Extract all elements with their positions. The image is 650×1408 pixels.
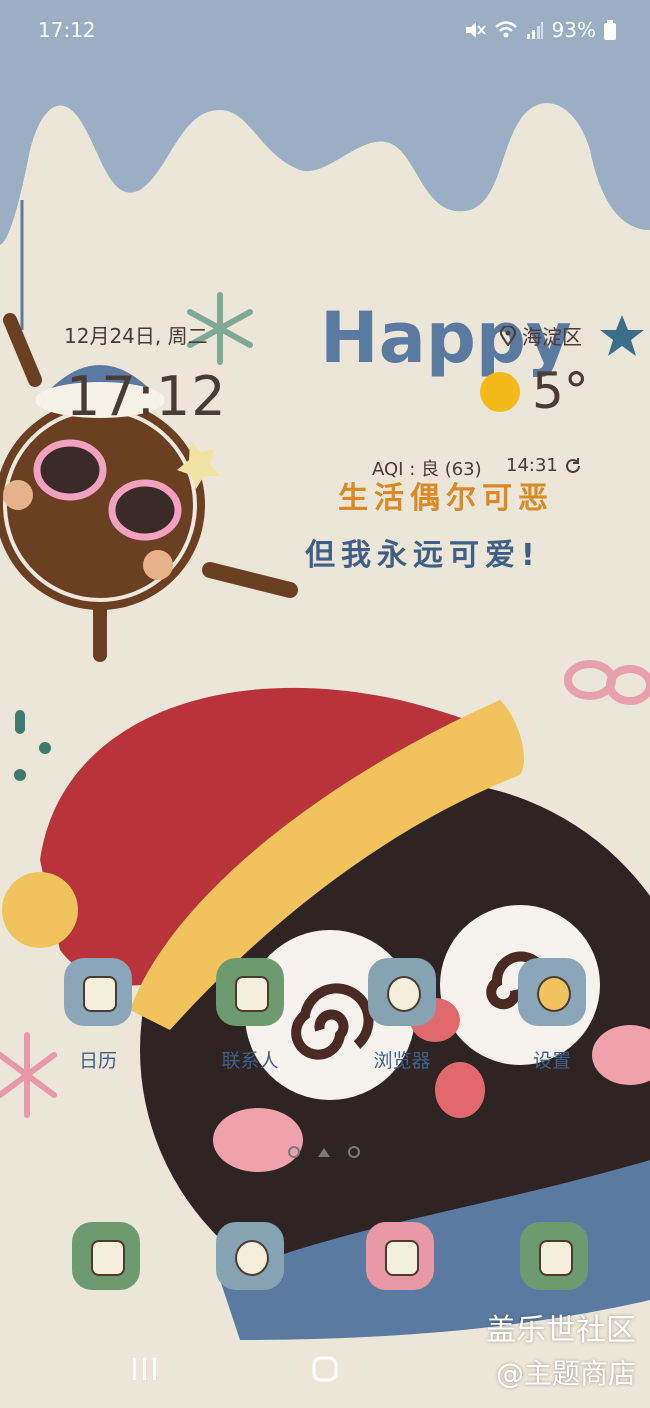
browser-icon (368, 958, 436, 1026)
app-browser[interactable]: 浏览器 (342, 958, 462, 1073)
page-dot (288, 1146, 300, 1158)
calendar-icon (64, 958, 132, 1026)
wifi-icon (494, 21, 517, 38)
app-settings[interactable]: 设置 (492, 958, 612, 1073)
location-pin-icon (500, 325, 516, 346)
battery-icon (604, 20, 616, 40)
app-settings-label: 设置 (532, 1050, 571, 1072)
app-contacts-label: 联系人 (221, 1050, 279, 1072)
settings-icon (518, 958, 586, 1026)
app-calendar-label: 日历 (78, 1050, 117, 1072)
weather-temperature[interactable]: 5° (532, 362, 589, 420)
wallpaper: Happy 生活偶尔可恶 但我永远可爱! (0, 0, 650, 1408)
recents-icon[interactable] (133, 1358, 156, 1380)
dock-messages[interactable] (190, 1222, 310, 1290)
contacts-icon (216, 958, 284, 1026)
phone-icon (72, 1222, 140, 1290)
dock-phone[interactable] (46, 1222, 166, 1290)
signal-icon (526, 22, 543, 39)
mute-icon (465, 22, 486, 38)
sun-icon (480, 372, 520, 412)
update-time: 14:31 (506, 455, 558, 476)
app-contacts[interactable]: 联系人 (190, 958, 310, 1073)
camera-icon (366, 1222, 434, 1290)
clock-date[interactable]: 12月24日, 周二 (64, 320, 208, 349)
status-icons: 93% (464, 18, 616, 42)
battery-percent: 93% (551, 18, 596, 42)
weather-location[interactable]: 海淀区 (500, 321, 582, 350)
dock-camera[interactable] (340, 1222, 460, 1290)
status-bar: 17:12 93% (0, 0, 650, 60)
wallpaper-line2: 但我永远可爱! (305, 538, 541, 573)
weather-aqi: AQI : 良 (63) (372, 459, 482, 480)
page-indicator (288, 1146, 360, 1158)
refresh-icon[interactable] (564, 457, 582, 475)
weather-update[interactable]: 14:31 (506, 455, 582, 476)
home-button-icon[interactable] (312, 1356, 338, 1382)
app-calendar[interactable]: 日历 (38, 958, 158, 1073)
home-page-indicator-icon (318, 1147, 330, 1157)
app-browser-label: 浏览器 (373, 1050, 431, 1072)
status-time: 17:12 (38, 18, 96, 42)
clock-time[interactable]: 17:12 (66, 365, 227, 428)
navigation-bar (133, 1356, 338, 1382)
messages-icon (216, 1222, 284, 1290)
location-label: 海淀区 (522, 325, 582, 349)
wallpaper-line1: 生活偶尔可恶 (338, 481, 554, 516)
gallery-icon (520, 1222, 588, 1290)
page-dot (348, 1146, 360, 1158)
dock-gallery[interactable] (494, 1222, 614, 1290)
